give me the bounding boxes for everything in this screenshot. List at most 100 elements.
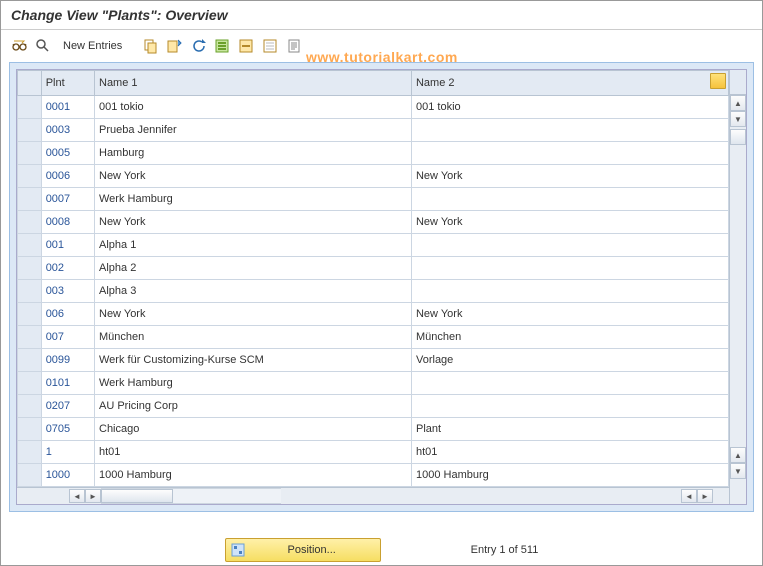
row-selector[interactable] [18,234,42,257]
cell-name2[interactable]: Plant [411,418,728,441]
hscroll-thumb[interactable] [101,489,173,503]
cell-name2[interactable]: 001 tokio [411,96,728,119]
table-row[interactable]: 002Alpha 2 [18,257,729,280]
row-selector[interactable] [18,188,42,211]
cell-name2[interactable] [411,372,728,395]
hscroll-left-button-2[interactable]: ◄ [681,489,697,503]
cell-plnt[interactable]: 1 [41,441,94,464]
cell-name1[interactable]: Chicago [95,418,412,441]
row-selector[interactable] [18,119,42,142]
vscroll-down-button-top[interactable]: ▼ [730,111,746,127]
table-row[interactable]: 0101Werk Hamburg [18,372,729,395]
cell-name2[interactable]: Vorlage [411,349,728,372]
cell-plnt[interactable]: 0099 [41,349,94,372]
cell-plnt[interactable]: 1000 [41,464,94,487]
row-selector[interactable] [18,165,42,188]
cell-name1[interactable]: Alpha 3 [95,280,412,303]
cell-plnt[interactable]: 0101 [41,372,94,395]
cell-name2[interactable] [411,119,728,142]
table-row[interactable]: 006New YorkNew York [18,303,729,326]
hscroll-right-button-1[interactable]: ► [85,489,101,503]
undo-button[interactable] [188,36,208,56]
table-row[interactable]: 0003Prueba Jennifer [18,119,729,142]
row-selector[interactable] [18,441,42,464]
row-selector[interactable] [18,326,42,349]
cell-name2[interactable] [411,188,728,211]
display-change-toggle-button[interactable] [9,36,29,56]
row-selector[interactable] [18,303,42,326]
print-button[interactable] [284,36,304,56]
table-row[interactable]: 0008New YorkNew York [18,211,729,234]
cell-name1[interactable]: ht01 [95,441,412,464]
cell-name1[interactable]: 001 tokio [95,96,412,119]
cell-plnt[interactable]: 0005 [41,142,94,165]
deselect-all-button[interactable] [260,36,280,56]
find-button[interactable] [33,36,53,56]
table-row[interactable]: 001Alpha 1 [18,234,729,257]
row-selector[interactable] [18,211,42,234]
cell-name2[interactable]: New York [411,165,728,188]
col-header-name2[interactable]: Name 2 [411,71,728,96]
row-selector[interactable] [18,257,42,280]
table-configure-icon[interactable] [710,73,726,89]
cell-plnt[interactable]: 0008 [41,211,94,234]
row-selector[interactable] [18,418,42,441]
cell-name2[interactable]: ht01 [411,441,728,464]
cell-name2[interactable]: 1000 Hamburg [411,464,728,487]
cell-name2[interactable] [411,395,728,418]
table-row[interactable]: 0207AU Pricing Corp [18,395,729,418]
cell-name1[interactable]: 1000 Hamburg [95,464,412,487]
cell-name1[interactable]: Werk Hamburg [95,188,412,211]
vscroll-down-button[interactable]: ▼ [730,463,746,479]
position-button[interactable]: Position... [225,538,381,562]
cell-name1[interactable]: Alpha 1 [95,234,412,257]
new-entries-button[interactable]: New Entries [57,38,128,54]
cell-plnt[interactable]: 006 [41,303,94,326]
cell-name2[interactable]: New York [411,211,728,234]
row-selector[interactable] [18,280,42,303]
cell-name2[interactable] [411,257,728,280]
horizontal-scrollbar[interactable]: ◄ ► ◄ ► [17,487,729,504]
vertical-scrollbar[interactable]: ▲ ▼ ▲ ▼ [729,70,746,504]
cell-name2[interactable] [411,142,728,165]
cell-plnt[interactable]: 001 [41,234,94,257]
cell-plnt[interactable]: 007 [41,326,94,349]
table-row[interactable]: 10001000 Hamburg1000 Hamburg [18,464,729,487]
row-selector[interactable] [18,142,42,165]
hscroll-left-button[interactable]: ◄ [69,489,85,503]
cell-plnt[interactable]: 0207 [41,395,94,418]
cell-name1[interactable]: Werk Hamburg [95,372,412,395]
cell-name1[interactable]: New York [95,165,412,188]
cell-plnt[interactable]: 0006 [41,165,94,188]
cell-name2[interactable]: New York [411,303,728,326]
col-header-name1[interactable]: Name 1 [95,71,412,96]
vscroll-up-button[interactable]: ▲ [730,95,746,111]
table-row[interactable]: 0006New YorkNew York [18,165,729,188]
cell-name1[interactable]: New York [95,303,412,326]
table-row[interactable]: 0001001 tokio001 tokio [18,96,729,119]
cell-plnt[interactable]: 0705 [41,418,94,441]
vscroll-thumb[interactable] [730,129,746,145]
cell-name1[interactable]: New York [95,211,412,234]
cell-name1[interactable]: Prueba Jennifer [95,119,412,142]
table-row[interactable]: 007MünchenMünchen [18,326,729,349]
row-selector[interactable] [18,395,42,418]
row-selector[interactable] [18,349,42,372]
row-selector[interactable] [18,96,42,119]
delete-button[interactable] [164,36,184,56]
row-selector[interactable] [18,464,42,487]
cell-plnt[interactable]: 0003 [41,119,94,142]
table-row[interactable]: 003Alpha 3 [18,280,729,303]
col-header-plnt[interactable]: Plnt [41,71,94,96]
copy-as-button[interactable] [140,36,160,56]
row-selector[interactable] [18,372,42,395]
cell-name1[interactable]: München [95,326,412,349]
cell-plnt[interactable]: 0001 [41,96,94,119]
cell-name1[interactable]: Werk für Customizing-Kurse SCM [95,349,412,372]
hscroll-track-left[interactable] [101,488,281,504]
cell-plnt[interactable]: 003 [41,280,94,303]
table-row[interactable]: 0705ChicagoPlant [18,418,729,441]
cell-name1[interactable]: Hamburg [95,142,412,165]
select-block-button[interactable] [236,36,256,56]
cell-name1[interactable]: Alpha 2 [95,257,412,280]
